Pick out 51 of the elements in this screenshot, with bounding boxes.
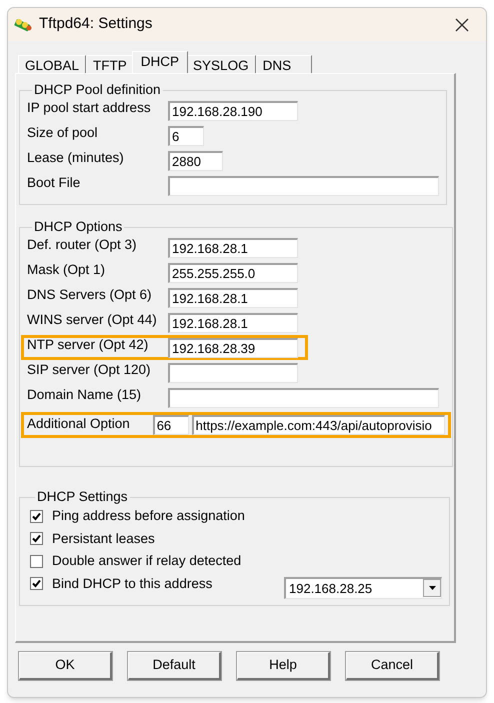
text-field[interactable] — [168, 362, 298, 382]
field-label: DNS Servers (Opt 6) — [27, 286, 153, 304]
option-code-field[interactable]: 66 — [152, 415, 189, 435]
tab[interactable]: SYSLOG — [186, 55, 256, 73]
checkbox-label: Ping address before assignation — [52, 507, 246, 526]
checkbox[interactable] — [30, 554, 43, 568]
checkbox[interactable] — [30, 577, 43, 590]
checkbox-label: Persistant leases — [52, 530, 156, 548]
checkmark-icon — [32, 579, 41, 588]
address-dropdown[interactable]: 192.168.28.25 — [284, 576, 442, 599]
field-label: Size of pool — [27, 124, 99, 142]
dialog-button[interactable]: Help — [237, 652, 330, 680]
field-label: Lease (minutes) — [27, 149, 125, 168]
field-label: NTP server (Opt 42) — [27, 336, 150, 354]
text-field[interactable]: 6 — [168, 126, 204, 146]
text-field[interactable]: 192.168.28.1 — [168, 288, 298, 308]
field-label: IP pool start address — [27, 99, 152, 118]
tab[interactable]: TFTP — [86, 55, 134, 73]
text-field[interactable] — [168, 176, 439, 196]
window-title: Tftpd64: Settings — [39, 14, 152, 34]
close-icon[interactable] — [455, 18, 469, 32]
dialog-button[interactable]: Cancel — [346, 652, 439, 680]
tab[interactable]: GLOBAL — [18, 55, 86, 73]
tab[interactable]: DNS — [256, 55, 312, 73]
group-title: DHCP Options — [33, 219, 124, 235]
text-field[interactable]: 192.168.28.39 — [168, 338, 298, 358]
tab[interactable]: DHCP — [132, 51, 188, 73]
field-label: Domain Name (15) — [27, 386, 142, 404]
checkmark-icon — [32, 534, 41, 544]
text-field[interactable]: 192.168.28.190 — [168, 100, 298, 120]
checkbox[interactable] — [30, 532, 43, 546]
checkmark-icon — [32, 512, 41, 521]
field-label: Boot File — [27, 174, 82, 192]
group-title: DHCP Pool definition — [33, 82, 162, 98]
text-field[interactable]: 2880 — [168, 150, 223, 170]
text-field[interactable]: 192.168.28.1 — [168, 312, 298, 332]
field-label: Mask (Opt 1) — [27, 261, 106, 280]
field-label: Def. router (Opt 3) — [27, 236, 138, 254]
dialog-button[interactable]: OK — [19, 652, 112, 680]
checkbox-label: Bind DHCP to this address — [52, 574, 214, 593]
checkbox[interactable] — [30, 510, 43, 523]
text-field[interactable]: 255.255.255.0 — [168, 262, 298, 282]
field-label: Additional Option — [27, 414, 131, 433]
field-label: SIP server (Opt 120) — [27, 361, 152, 380]
checkbox-label: Double answer if relay detected — [52, 552, 242, 570]
option-value-field[interactable]: https://example.com:443/api/autoprovisio — [192, 415, 445, 435]
text-field[interactable]: 192.168.28.1 — [168, 238, 298, 258]
text-field[interactable] — [168, 388, 439, 408]
dialog-button[interactable]: Default — [128, 652, 221, 680]
field-label: WINS server (Opt 44) — [27, 311, 158, 330]
group-title: DHCP Settings — [36, 489, 129, 505]
